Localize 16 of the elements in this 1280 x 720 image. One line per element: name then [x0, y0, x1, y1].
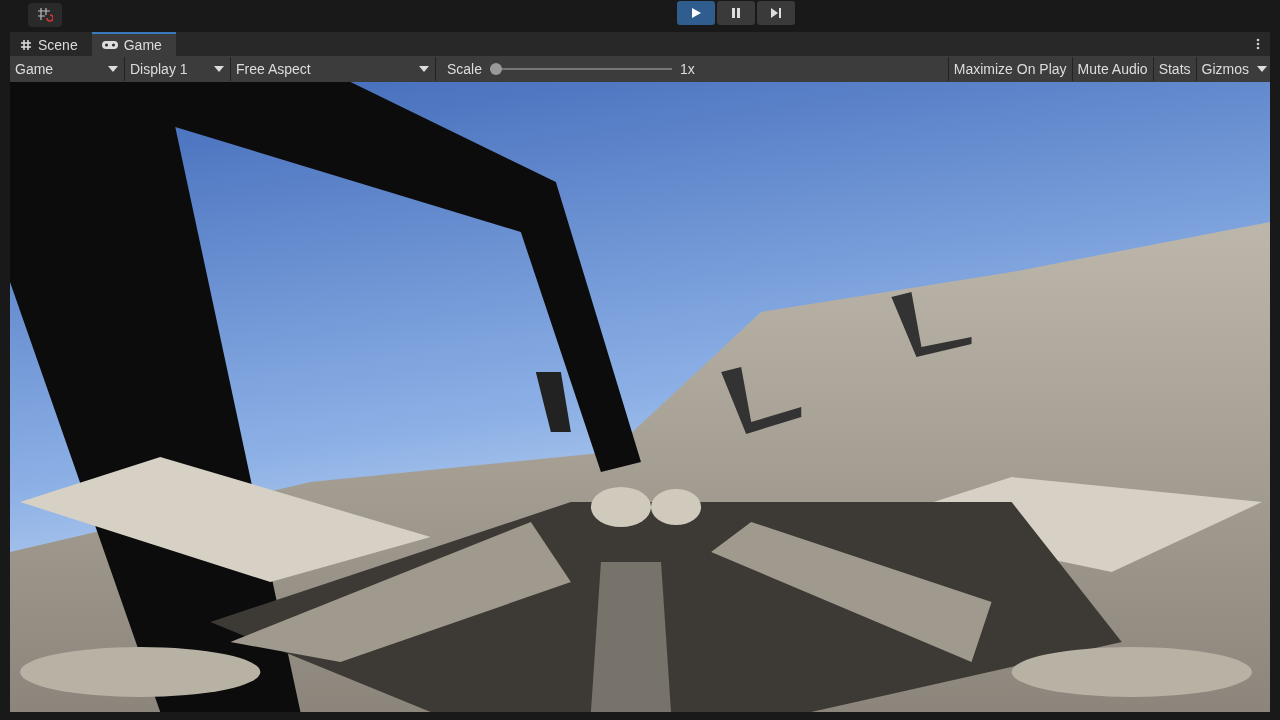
play-button[interactable]: [677, 1, 715, 25]
step-button[interactable]: [757, 1, 795, 25]
grid-snap-icon: [37, 7, 53, 23]
scale-slider[interactable]: [490, 63, 673, 75]
pause-button[interactable]: [717, 1, 755, 25]
gamepad-icon: [101, 40, 118, 50]
view-tab[interactable]: Scene: [10, 32, 92, 56]
more-options-icon[interactable]: [1256, 38, 1260, 50]
grid-snap-button[interactable]: [28, 3, 62, 27]
scale-value: 1x: [680, 61, 695, 77]
grid-icon: [20, 39, 32, 51]
pause-icon: [730, 7, 742, 19]
scale-label: Scale: [447, 61, 483, 77]
view-tab[interactable]: Game: [91, 32, 176, 56]
step-icon: [770, 7, 782, 19]
play-icon: [690, 7, 702, 19]
